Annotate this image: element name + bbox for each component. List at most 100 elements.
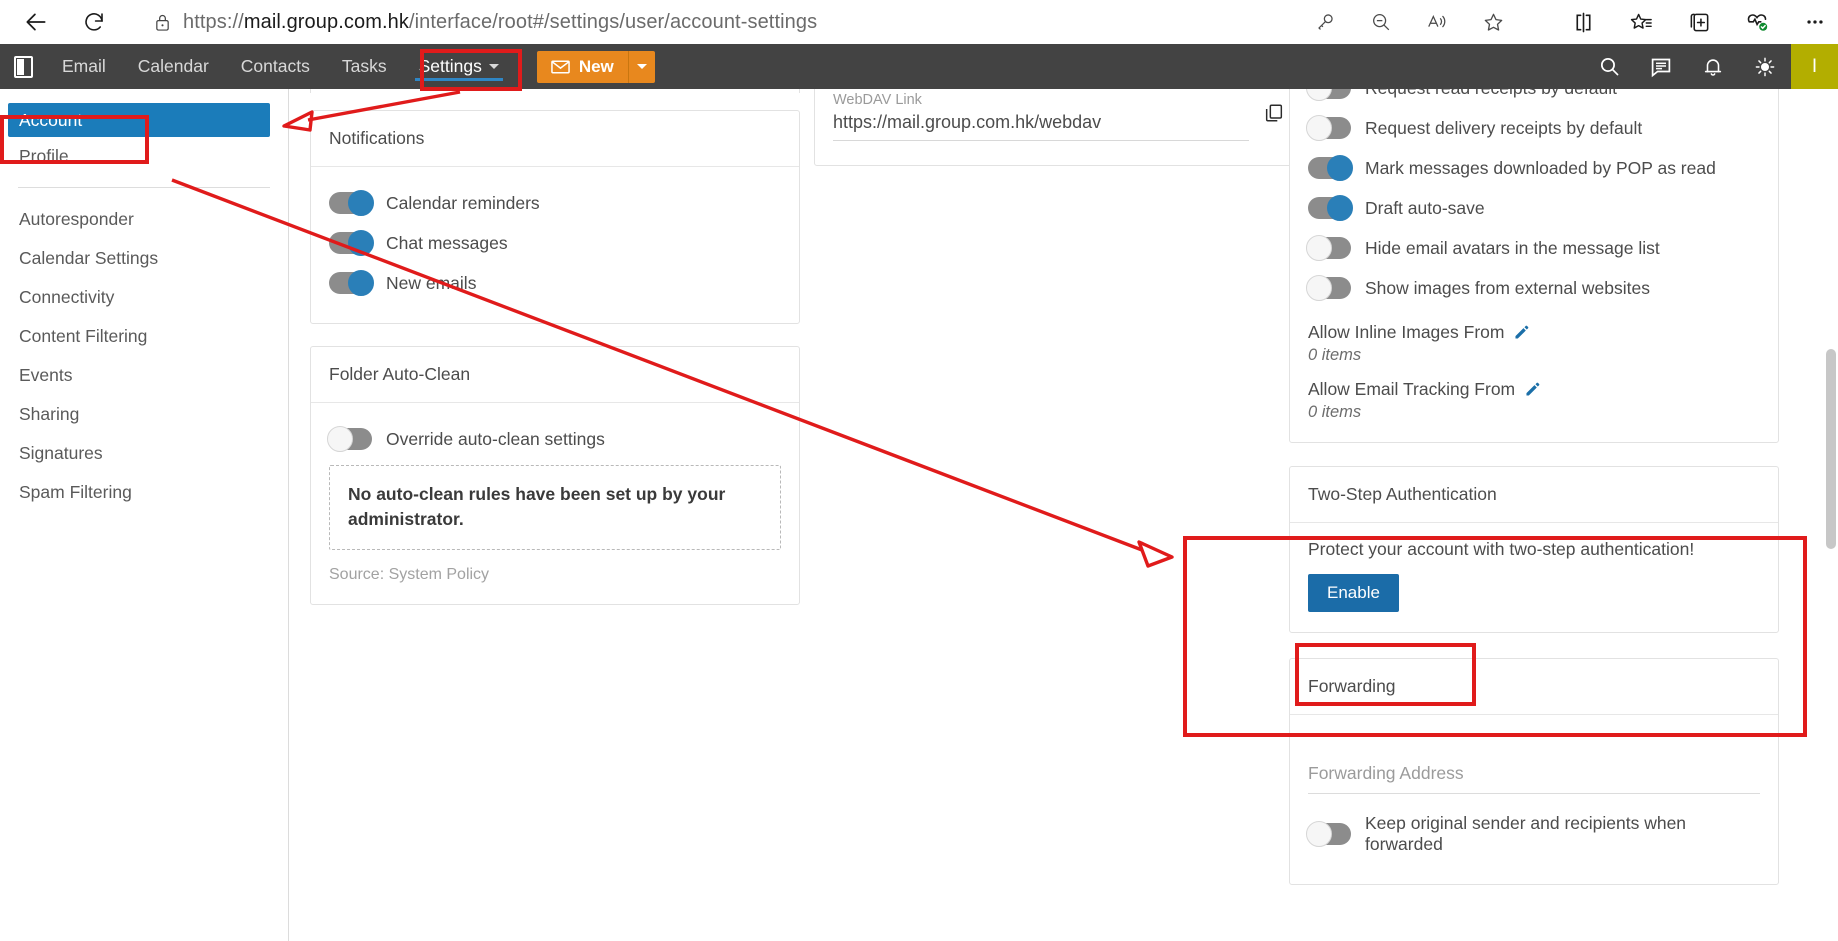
new-button[interactable]: New bbox=[536, 50, 655, 83]
clipped-card-top bbox=[310, 89, 800, 93]
new-button-label: New bbox=[578, 56, 614, 76]
nav-label: Email bbox=[62, 56, 106, 76]
two-step-body: Protect your account with two-step authe… bbox=[1290, 523, 1778, 632]
folder-auto-clean-card: Folder Auto-Clean Override auto-clean se… bbox=[310, 346, 800, 605]
settings-column-two: WebDAV Link https://mail.group.com.hk/we… bbox=[814, 89, 1304, 183]
page-scrollbar[interactable] bbox=[1823, 89, 1838, 941]
sidebar-item-signatures[interactable]: Signatures bbox=[0, 434, 288, 473]
app-top-nav: Email Calendar Contacts Tasks Settings N… bbox=[0, 44, 1838, 89]
toggle-row-hide-avatars[interactable]: Hide email avatars in the message list bbox=[1306, 228, 1760, 268]
chat-icon[interactable] bbox=[1635, 44, 1687, 89]
search-icon[interactable] bbox=[1583, 44, 1635, 89]
toggle-switch[interactable] bbox=[1306, 89, 1351, 101]
toggle-label: Draft auto-save bbox=[1365, 197, 1485, 218]
browser-essentials-icon[interactable] bbox=[1742, 7, 1772, 37]
toggle-switch[interactable] bbox=[329, 270, 374, 296]
avatar[interactable]: I bbox=[1791, 44, 1838, 89]
sidebar-item-label: Content Filtering bbox=[19, 326, 148, 346]
nav-item-calendar[interactable]: Calendar bbox=[122, 44, 225, 89]
more-options-icon[interactable] bbox=[1800, 7, 1830, 37]
sidebar-item-account[interactable]: Account bbox=[8, 103, 270, 137]
sidebar-item-label: Events bbox=[19, 365, 73, 385]
auto-clean-source: Source: System Policy bbox=[329, 565, 490, 583]
new-button-label-group: New bbox=[537, 51, 628, 83]
toggle-label: New emails bbox=[386, 272, 477, 293]
new-button-dropdown[interactable] bbox=[627, 50, 655, 83]
toggle-row-chat-messages[interactable]: Chat messages bbox=[329, 223, 781, 263]
collections-add-icon[interactable] bbox=[1684, 7, 1714, 37]
toggle-switch[interactable] bbox=[1306, 275, 1351, 301]
toggle-row-calendar-reminders[interactable]: Calendar reminders bbox=[329, 183, 781, 223]
app-nav-actions: I bbox=[1583, 44, 1838, 89]
sidebar-item-sharing[interactable]: Sharing bbox=[0, 395, 288, 434]
add-favorite-star-icon[interactable] bbox=[1478, 7, 1508, 37]
toggle-row-mark-pop-read[interactable]: Mark messages downloaded by POP as read bbox=[1308, 148, 1760, 188]
toggle-row-request-delivery-receipts[interactable]: Request delivery receipts by default bbox=[1306, 108, 1760, 148]
sidebar-item-profile[interactable]: Profile bbox=[0, 137, 288, 175]
settings-column-three: Request read receipts by default Request… bbox=[1289, 89, 1779, 902]
back-arrow-icon[interactable] bbox=[14, 2, 58, 42]
auto-clean-notice: No auto-clean rules have been set up by … bbox=[329, 465, 781, 550]
toggle-row-keep-original-sender[interactable]: Keep original sender and recipients when… bbox=[1306, 804, 1760, 864]
toggle-switch[interactable] bbox=[1306, 235, 1351, 261]
forwarding-card: Forwarding Forwarding Address Keep origi… bbox=[1289, 658, 1779, 885]
toggle-switch[interactable] bbox=[1306, 115, 1351, 141]
folder-auto-clean-title: Folder Auto-Clean bbox=[311, 347, 799, 403]
panel-toggle-icon[interactable] bbox=[0, 55, 46, 78]
zoom-out-icon[interactable] bbox=[1366, 7, 1396, 37]
pencil-edit-icon[interactable] bbox=[1513, 324, 1530, 341]
split-screen-icon[interactable] bbox=[1568, 7, 1598, 37]
scrollbar-thumb[interactable] bbox=[1826, 349, 1836, 549]
settings-column-one: Notifications Calendar reminders Chat me… bbox=[310, 89, 800, 622]
sidebar-item-calendar-settings[interactable]: Calendar Settings bbox=[0, 239, 288, 278]
theme-brightness-icon[interactable] bbox=[1739, 44, 1791, 89]
reload-icon[interactable] bbox=[72, 2, 116, 42]
copy-icon[interactable] bbox=[1263, 89, 1285, 129]
password-key-icon[interactable] bbox=[1310, 7, 1340, 37]
toggle-switch[interactable] bbox=[1308, 195, 1353, 221]
settings-sidebar: Account Profile Autoresponder Calendar S… bbox=[0, 89, 289, 941]
webdav-field-row: WebDAV Link https://mail.group.com.hk/we… bbox=[833, 89, 1285, 141]
app-nav-items: Email Calendar Contacts Tasks Settings bbox=[46, 44, 515, 89]
notifications-body: Calendar reminders Chat messages New ema… bbox=[311, 167, 799, 323]
toggle-row-show-external-images[interactable]: Show images from external websites bbox=[1306, 268, 1760, 308]
toggle-switch[interactable] bbox=[329, 230, 374, 256]
webdav-body: WebDAV Link https://mail.group.com.hk/we… bbox=[815, 89, 1303, 165]
webdav-value[interactable]: https://mail.group.com.hk/webdav bbox=[833, 108, 1249, 141]
pencil-edit-icon[interactable] bbox=[1524, 381, 1541, 398]
forwarding-title: Forwarding bbox=[1290, 659, 1778, 715]
sidebar-item-connectivity[interactable]: Connectivity bbox=[0, 278, 288, 317]
sidebar-item-label: Spam Filtering bbox=[19, 482, 132, 502]
favorites-star-list-icon[interactable] bbox=[1626, 7, 1656, 37]
nav-item-email[interactable]: Email bbox=[46, 44, 122, 89]
notifications-title: Notifications bbox=[311, 111, 799, 167]
toggle-switch[interactable] bbox=[1306, 821, 1351, 847]
nav-item-contacts[interactable]: Contacts bbox=[225, 44, 326, 89]
site-info-lock-icon[interactable] bbox=[154, 13, 171, 32]
two-step-authentication-card: Two-Step Authentication Protect your acc… bbox=[1289, 466, 1779, 633]
sidebar-group: Autoresponder Calendar Settings Connecti… bbox=[0, 200, 288, 512]
toggle-switch[interactable] bbox=[1308, 155, 1353, 181]
toggle-row-new-emails[interactable]: New emails bbox=[329, 263, 781, 303]
sidebar-item-content-filtering[interactable]: Content Filtering bbox=[0, 317, 288, 356]
mail-options-body: Request read receipts by default Request… bbox=[1290, 89, 1778, 442]
toggle-row-draft-auto-save[interactable]: Draft auto-save bbox=[1308, 188, 1760, 228]
read-aloud-icon[interactable] bbox=[1422, 7, 1452, 37]
chevron-down-icon bbox=[488, 64, 499, 69]
sidebar-item-spam-filtering[interactable]: Spam Filtering bbox=[0, 473, 288, 512]
toggle-switch[interactable] bbox=[329, 190, 374, 216]
bell-icon[interactable] bbox=[1687, 44, 1739, 89]
forwarding-address-input[interactable]: Forwarding Address bbox=[1308, 753, 1760, 794]
address-bar[interactable]: https://mail.group.com.hk/interface/root… bbox=[136, 4, 1512, 40]
enable-two-step-button[interactable]: Enable bbox=[1308, 574, 1399, 612]
toggle-label: Override auto-clean settings bbox=[386, 428, 605, 449]
allow-inline-images-label: Allow Inline Images From bbox=[1308, 322, 1505, 342]
sidebar-item-events[interactable]: Events bbox=[0, 356, 288, 395]
sidebar-item-autoresponder[interactable]: Autoresponder bbox=[0, 200, 288, 239]
toggle-switch[interactable] bbox=[327, 426, 372, 452]
toggle-row-override-auto-clean[interactable]: Override auto-clean settings bbox=[327, 419, 781, 459]
toggle-row-request-read-receipts[interactable]: Request read receipts by default bbox=[1306, 89, 1760, 108]
nav-item-tasks[interactable]: Tasks bbox=[326, 44, 403, 89]
settings-page: Account Profile Autoresponder Calendar S… bbox=[0, 89, 1838, 941]
nav-item-settings[interactable]: Settings bbox=[403, 44, 515, 89]
